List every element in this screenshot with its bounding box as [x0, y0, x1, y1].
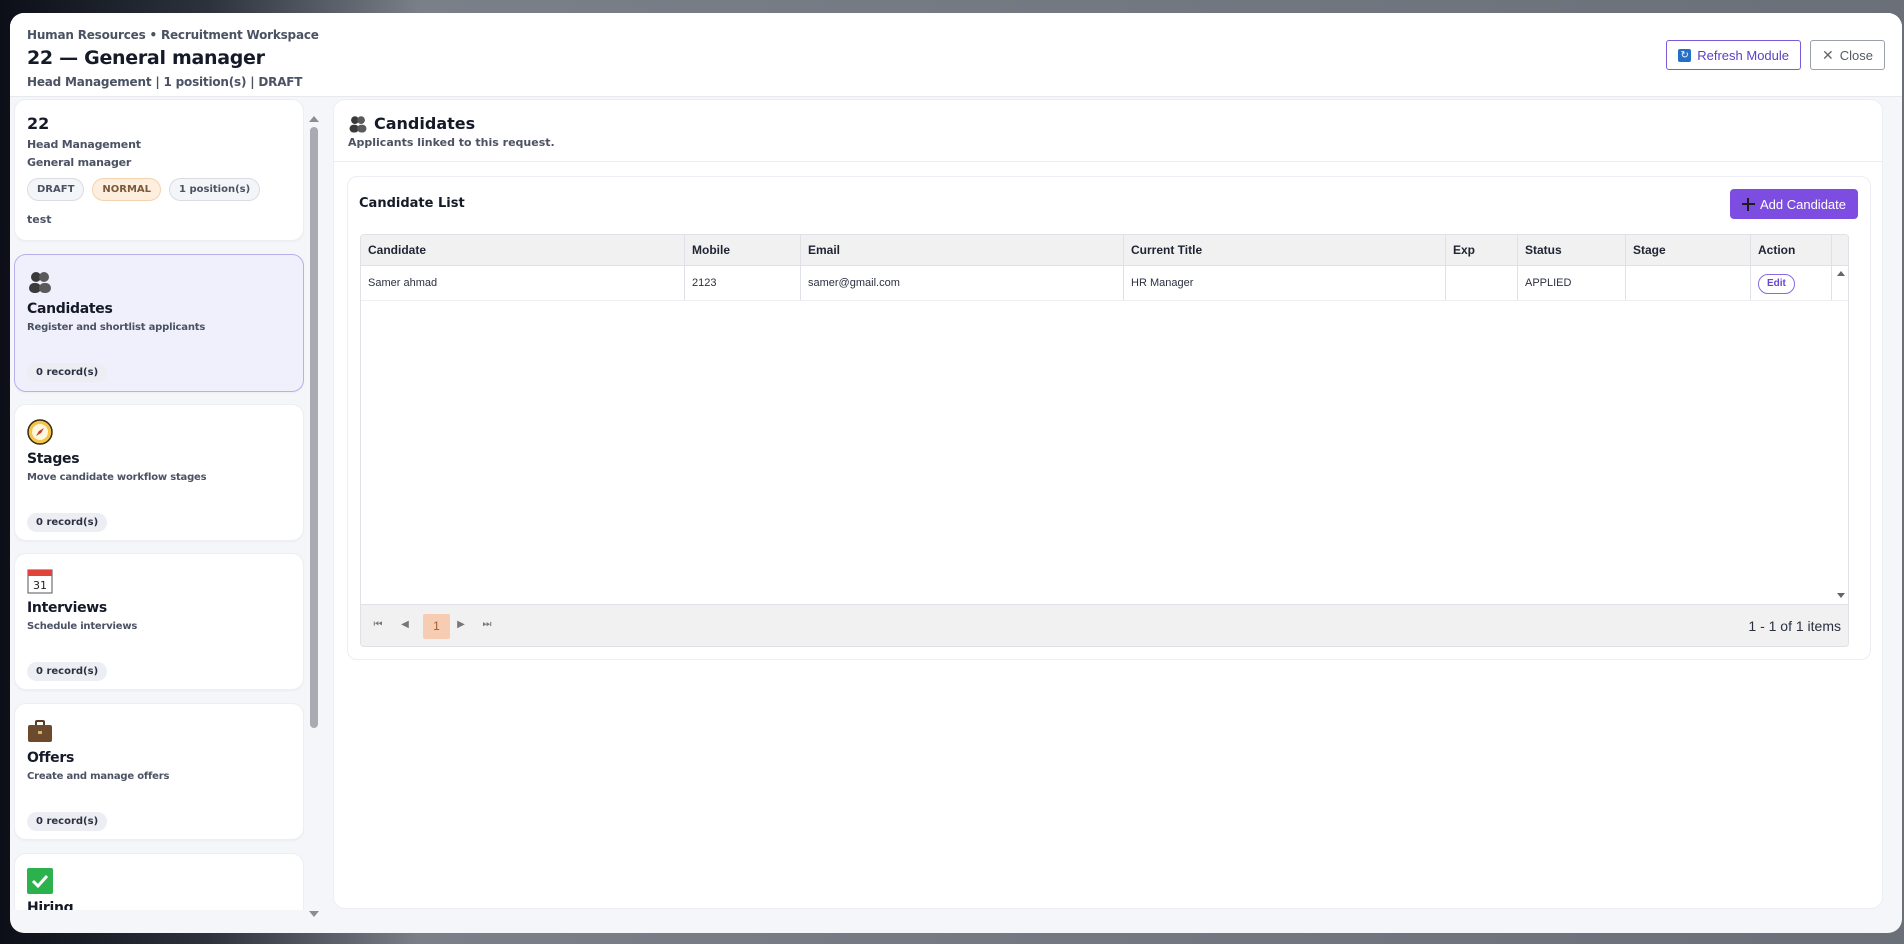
- scroll-up-arrow[interactable]: [309, 116, 319, 122]
- cell-candidate: Samer ahmad: [361, 266, 685, 300]
- cell-stage: [1626, 266, 1751, 300]
- module-sidebar: 22 Head Management General manager DRAFT…: [14, 99, 304, 910]
- close-button[interactable]: ✕ Close: [1810, 40, 1885, 70]
- scroll-thumb[interactable]: [310, 127, 318, 728]
- grid-scroll-up-arrow[interactable]: [1837, 271, 1845, 276]
- cell-mobile: 2123: [685, 266, 801, 300]
- module-desc: Schedule interviews: [27, 621, 138, 632]
- grid-scroll-down-arrow[interactable]: [1837, 593, 1845, 598]
- panel-subtitle: Applicants linked to this request.: [348, 136, 555, 149]
- module-card-interviews[interactable]: 31 Interviews Schedule interviews 0 reco…: [14, 553, 304, 690]
- module-card-candidates[interactable]: Candidates Register and shortlist applic…: [14, 254, 304, 392]
- add-candidate-label: Add Candidate: [1759, 196, 1846, 212]
- record-count-badge: 0 record(s): [27, 662, 108, 681]
- column-header-action: Action: [1751, 235, 1832, 265]
- module-title: Stages: [27, 451, 80, 467]
- record-count-badge: 0 record(s): [27, 513, 108, 532]
- refresh-module-button[interactable]: ↻ Refresh Module: [1666, 40, 1802, 70]
- grid-header: Candidate Mobile Email Current Title Exp…: [361, 235, 1848, 266]
- edit-button[interactable]: Edit: [1758, 274, 1795, 294]
- module-card-offers[interactable]: Offers Create and manage offers 0 record…: [14, 703, 304, 840]
- close-label: Close: [1839, 47, 1873, 63]
- next-page-button[interactable]: ▶: [453, 617, 469, 633]
- refresh-module-label: Refresh Module: [1697, 47, 1790, 63]
- candidates-panel: Candidates Applicants linked to this req…: [333, 99, 1883, 909]
- candidate-list-card: Candidate List Add Candidate Candidate M…: [347, 176, 1871, 660]
- calendar-day: 31: [33, 579, 47, 592]
- column-header-candidate[interactable]: Candidate: [361, 235, 685, 265]
- candidate-list-title: Candidate List: [359, 196, 465, 211]
- first-page-button[interactable]: ⏮: [370, 617, 386, 633]
- close-icon: ✕: [1822, 46, 1834, 63]
- cell-status: APPLIED: [1518, 266, 1626, 300]
- cell-current-title: HR Manager: [1124, 266, 1446, 300]
- pager: ⏮ ◀ 1 ▶ ⏭ 1 - 1 of 1 items: [361, 604, 1848, 646]
- last-page-button[interactable]: ⏭: [479, 617, 495, 633]
- briefcase-icon: [28, 720, 52, 742]
- module-title: Offers: [27, 750, 75, 766]
- column-header-exp[interactable]: Exp: [1446, 235, 1518, 265]
- pager-info: 1 - 1 of 1 items: [1748, 618, 1841, 634]
- column-header-stage[interactable]: Stage: [1626, 235, 1751, 265]
- check-icon: [27, 868, 53, 894]
- sidebar-scrollbar[interactable]: [307, 113, 321, 919]
- table-row[interactable]: Samer ahmad 2123 samer@gmail.com HR Mana…: [361, 266, 1848, 301]
- module-card-hiring[interactable]: Hiring: [14, 853, 304, 910]
- add-candidate-button[interactable]: Add Candidate: [1729, 189, 1858, 219]
- request-summary-card: 22 Head Management General manager DRAFT…: [14, 99, 304, 241]
- refresh-icon: ↻: [1678, 48, 1692, 62]
- module-title: Interviews: [27, 600, 107, 616]
- priority-badge-normal: NORMAL: [92, 178, 162, 201]
- plus-icon: [1741, 197, 1755, 211]
- calendar-icon: 31: [27, 569, 53, 594]
- cell-exp: [1446, 266, 1518, 300]
- module-desc: Create and manage offers: [27, 771, 170, 782]
- panel-title: Candidates: [374, 114, 476, 133]
- modal-header: Human Resources • Recruitment Workspace …: [10, 13, 1902, 97]
- status-chips: DRAFT NORMAL 1 position(s): [27, 178, 291, 201]
- module-title: Candidates: [27, 301, 113, 317]
- header-actions: ↻ Refresh Module ✕ Close: [1666, 40, 1885, 70]
- request-note: test: [27, 213, 52, 226]
- module-card-stages[interactable]: Stages Move candidate workflow stages 0 …: [14, 404, 304, 541]
- people-icon: [349, 115, 367, 132]
- request-position: General manager: [27, 156, 132, 169]
- record-count-badge: 0 record(s): [27, 363, 108, 382]
- prev-page-button[interactable]: ◀: [397, 617, 413, 633]
- request-department: Head Management: [27, 138, 141, 151]
- column-header-current-title[interactable]: Current Title: [1124, 235, 1446, 265]
- column-header-mobile[interactable]: Mobile: [685, 235, 801, 265]
- request-code: 22: [27, 114, 50, 133]
- cell-email: samer@gmail.com: [801, 266, 1124, 300]
- page-subtitle: Head Management | 1 position(s) | DRAFT: [27, 75, 303, 89]
- positions-badge: 1 position(s): [169, 178, 261, 201]
- page-number-button[interactable]: 1: [423, 614, 450, 639]
- column-header-email[interactable]: Email: [801, 235, 1124, 265]
- compass-icon: [27, 419, 53, 445]
- panel-header: Candidates Applicants linked to this req…: [334, 100, 1882, 162]
- status-badge-draft: DRAFT: [27, 178, 85, 201]
- scroll-down-arrow[interactable]: [309, 911, 319, 917]
- people-icon: [29, 272, 51, 293]
- record-count-badge: 0 record(s): [27, 812, 108, 831]
- candidate-grid: Candidate Mobile Email Current Title Exp…: [360, 234, 1849, 647]
- page-title: 22 — General manager: [27, 47, 265, 69]
- module-title: Hiring: [27, 900, 74, 910]
- cell-action: Edit: [1751, 266, 1832, 300]
- breadcrumb: Human Resources • Recruitment Workspace: [27, 28, 319, 42]
- column-header-status[interactable]: Status: [1518, 235, 1626, 265]
- module-desc: Move candidate workflow stages: [27, 472, 207, 483]
- module-desc: Register and shortlist applicants: [27, 322, 206, 333]
